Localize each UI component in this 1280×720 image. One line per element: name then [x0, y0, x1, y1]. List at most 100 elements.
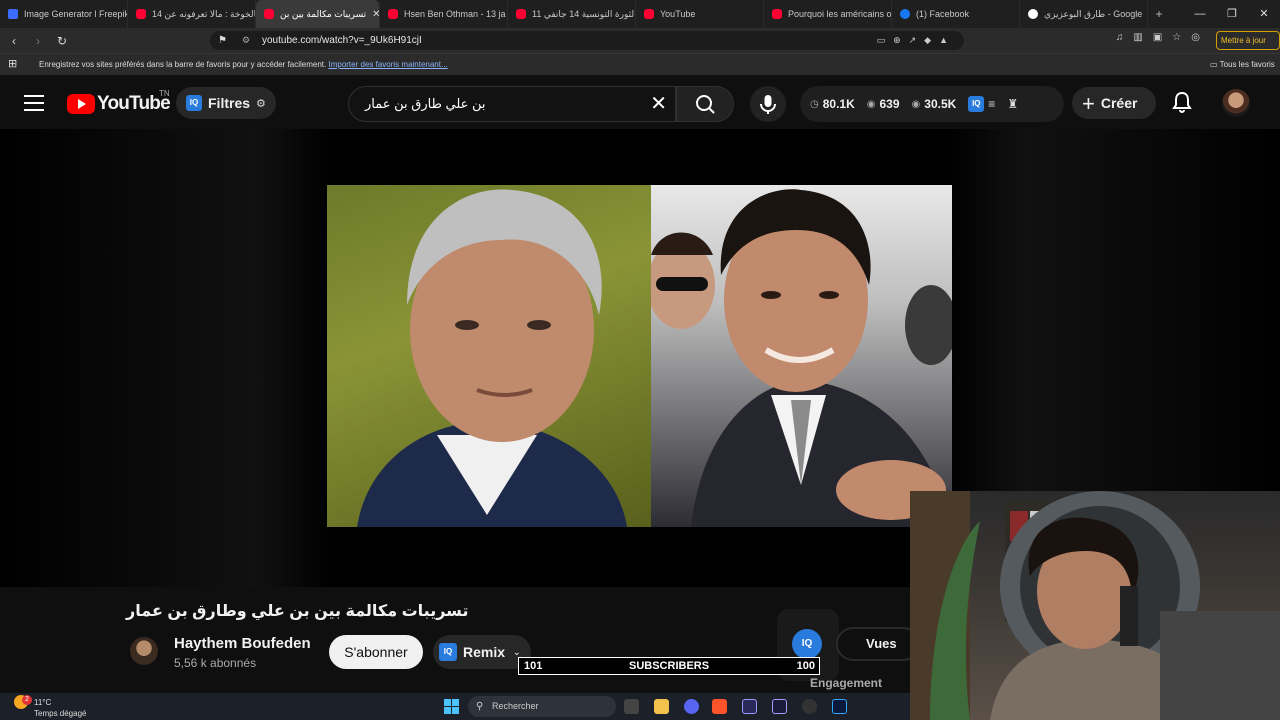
discord-icon[interactable]	[684, 699, 699, 714]
taskbar-search-placeholder: Rechercher	[492, 701, 539, 711]
account-avatar[interactable]	[1222, 89, 1250, 117]
notifications-icon[interactable]	[1172, 91, 1192, 113]
iq-icon[interactable]: IQ	[968, 96, 985, 112]
country-code: TN	[159, 89, 170, 98]
search-input[interactable]: بن علي طارق بن عمار ✕	[348, 86, 676, 122]
site-info-icon[interactable]: ⚙	[242, 31, 250, 50]
folder-icon: ▭	[1210, 60, 1220, 69]
clear-search-icon[interactable]: ✕	[650, 87, 667, 121]
back-icon[interactable]: ‹	[4, 34, 24, 48]
engagement-tab[interactable]: Engagement	[810, 676, 882, 690]
favorites-bar: ⊞ Enregistrez vos sites préférés dans la…	[0, 53, 1280, 75]
list-icon[interactable]: ≡	[988, 97, 995, 111]
stat-value: 30.5K	[924, 97, 957, 111]
tab-youtube-4[interactable]: الثورة التونسية 14 جانفي 11	[508, 0, 636, 28]
channel-avatar[interactable]	[130, 637, 158, 665]
apps-grid-icon[interactable]: ⊞	[8, 54, 17, 75]
youtube-play-icon	[67, 94, 95, 114]
browser-tab-bar: Image Generator l Freepik بالخوخة : مالا…	[0, 0, 1280, 28]
stat-value: 639	[879, 97, 900, 111]
remix-button[interactable]: IQ Remix ⌄	[433, 635, 531, 669]
freepik-icon	[8, 9, 18, 19]
filters-label: Filtres	[208, 95, 251, 111]
extensions-icon[interactable]: ♫▥▣☆◎	[1116, 32, 1210, 43]
overlay-label: SUBSCRIBERS	[629, 660, 710, 672]
video-info: تسريبات مكالمة بين بن علي وطارق بن عمار …	[0, 587, 920, 693]
subscriber-goal-overlay: 101 SUBSCRIBERS 100	[518, 657, 820, 675]
tab-youtube-home[interactable]: YouTube	[636, 0, 764, 28]
close-window-icon[interactable]: ✕	[1248, 0, 1280, 28]
overlay-right-value: 100	[796, 660, 815, 672]
update-button[interactable]: Mettre à jour	[1216, 31, 1280, 50]
youtube-icon	[136, 9, 146, 19]
tab-youtube-1[interactable]: بالخوخة : مالا تعرفونه عن 14	[128, 0, 256, 28]
iq-icon: IQ	[439, 643, 457, 661]
minimize-icon[interactable]: —	[1184, 0, 1216, 28]
iq-circle-button[interactable]: IQ	[792, 629, 822, 659]
forward-icon[interactable]: ›	[28, 34, 48, 48]
stat-eye-2: ◉ 30.5K	[912, 97, 957, 111]
trophy-icon[interactable]: ♜	[1007, 97, 1018, 111]
brave-icon[interactable]	[712, 699, 727, 714]
plus-icon: +	[1082, 91, 1095, 116]
overlay-left-value: 101	[524, 660, 543, 672]
video-photo-left	[327, 185, 651, 527]
url-actions-icon[interactable]: ▭⊕↗◆▲	[877, 31, 956, 50]
favbar-text: Enregistrez vos sites préférés dans la b…	[39, 60, 327, 69]
search-button[interactable]	[676, 86, 734, 122]
filters-button[interactable]: IQ Filtres ⚙	[176, 87, 276, 119]
task-view-icon[interactable]	[624, 699, 639, 714]
obs-icon[interactable]	[802, 699, 817, 714]
file-explorer-icon[interactable]	[654, 699, 669, 714]
taskbar-search[interactable]: ⚲ Rechercher	[468, 696, 616, 717]
subscribe-button[interactable]: S'abonner	[329, 635, 423, 669]
video-frame[interactable]	[327, 129, 952, 587]
stat-eye: ◉ 639	[867, 97, 900, 111]
tab-label: بالخوخة : مالا تعرفونه عن 14	[152, 8, 256, 19]
photoshop-icon[interactable]	[832, 699, 847, 714]
channel-name[interactable]: Haythem Boufeden	[174, 635, 311, 652]
tab-youtube-3[interactable]: Hsen Ben Othman - 13 ja	[380, 0, 508, 28]
favorites-message: Enregistrez vos sites préférés dans la b…	[39, 54, 448, 75]
tab-youtube-6[interactable]: Pourquoi les américains o	[764, 0, 892, 28]
views-tab[interactable]: Vues	[836, 627, 920, 661]
create-button[interactable]: + Créer	[1072, 87, 1156, 119]
url-field[interactable]: ⚑ ⚙ youtube.com/watch?v=_9Uk6H91cjI ▭⊕↗◆…	[210, 31, 964, 50]
bookmark-icon[interactable]: ⚑	[218, 31, 227, 50]
windows-taskbar: 2 11°C Temps dégagé ⚲ Rechercher	[0, 693, 910, 720]
webcam-overlay	[910, 491, 1280, 720]
windows-start-icon[interactable]	[444, 699, 459, 714]
menu-icon[interactable]	[24, 95, 44, 111]
all-favorites-button[interactable]: ▭ Tous les favoris	[1210, 54, 1280, 75]
subscriber-count: 5,56 k abonnés	[174, 656, 257, 670]
window-controls: — ❐ ✕	[1184, 0, 1280, 28]
tab-active-video[interactable]: تسريبات مكالمة بين بن ✕	[256, 0, 380, 28]
youtube-header: YouTube TN IQ Filtres ⚙ بن علي طارق بن ع…	[0, 77, 1280, 129]
tab-facebook[interactable]: (1) Facebook	[892, 0, 1020, 28]
eye-icon: ◉	[911, 98, 921, 110]
search-icon: ⚲	[476, 701, 484, 712]
tab-freepik[interactable]: Image Generator l Freepik	[0, 0, 128, 28]
video-title: تسريبات مكالمة بين بن علي وطارق بن عمار	[126, 603, 469, 620]
search-query: بن علي طارق بن عمار	[365, 96, 486, 111]
youtube-logo[interactable]: YouTube TN	[67, 89, 171, 115]
premiere-pro-icon[interactable]	[742, 699, 757, 714]
close-tab-icon[interactable]: ✕	[372, 9, 379, 20]
tab-label: (1) Facebook	[916, 9, 970, 19]
stat-value: 80.1K	[822, 97, 855, 111]
after-effects-icon[interactable]	[772, 699, 787, 714]
weather-widget[interactable]: 2 11°C Temps dégagé	[14, 695, 86, 718]
tab-google[interactable]: طارق البوعزيزي - Google	[1020, 0, 1148, 28]
voice-search-button[interactable]	[750, 86, 786, 122]
remix-label: Remix	[463, 644, 506, 660]
new-tab-button[interactable]: +	[1148, 7, 1170, 21]
sliders-icon: ⚙	[256, 97, 266, 110]
maximize-icon[interactable]: ❐	[1216, 0, 1248, 28]
import-favorites-link[interactable]: Importer des favoris maintenant...	[328, 60, 447, 69]
tab-label: الثورة التونسية 14 جانفي 11	[532, 8, 636, 19]
youtube-icon	[388, 9, 398, 19]
reload-icon[interactable]: ↻	[52, 34, 72, 48]
iq-icon: IQ	[186, 95, 202, 111]
chevron-down-icon[interactable]: ⌄	[513, 647, 521, 658]
weather-desc: Temps dégagé	[34, 709, 87, 718]
